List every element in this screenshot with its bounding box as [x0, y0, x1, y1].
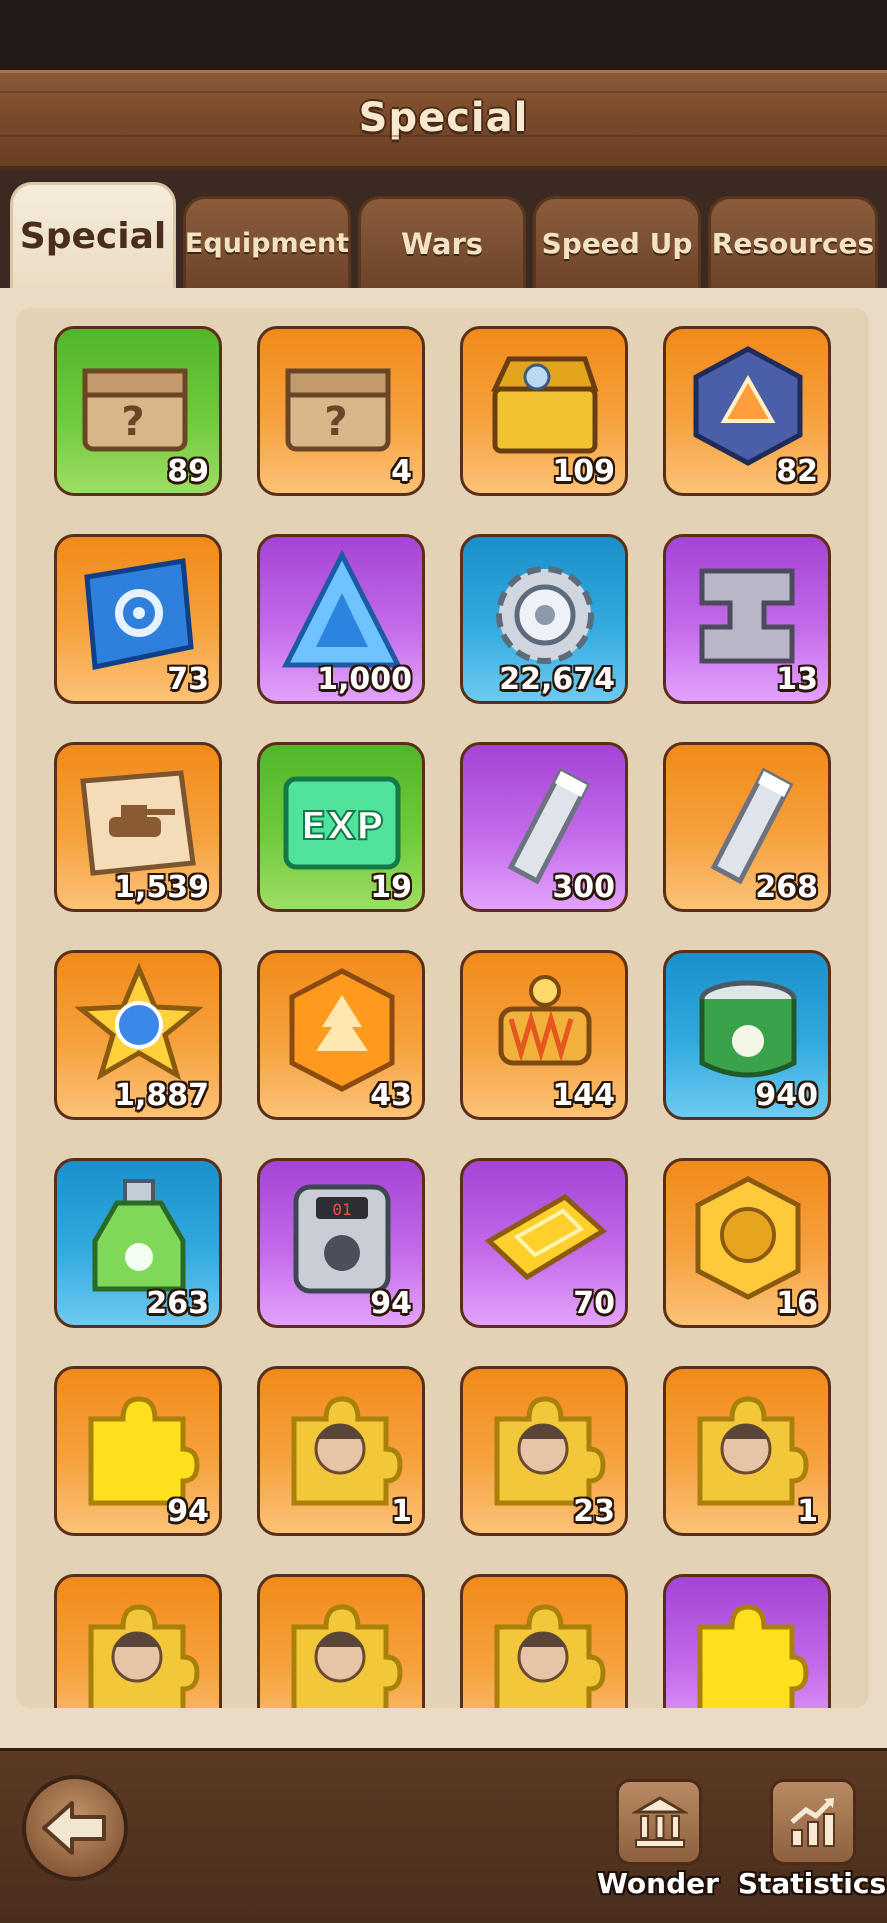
item-count: 1 [797, 1494, 818, 1529]
item-slot[interactable]: 1,000 [257, 534, 425, 704]
item-count: 13 [776, 662, 818, 697]
item-count: 4 [391, 454, 412, 489]
item-count: 19 [370, 870, 412, 905]
wonder-icon [632, 1796, 688, 1848]
item-count: 940 [755, 1078, 818, 1113]
item-slot[interactable]: 268 [663, 742, 831, 912]
back-arrow-icon [42, 1801, 106, 1855]
item-slot[interactable]: 23 [460, 1366, 628, 1536]
item-count: 109 [552, 454, 615, 489]
item-grid: ? 89? 4 109 82 73 1,000 22,674 13 1,539 EXP 19 300 26… [16, 308, 869, 1708]
item-slot[interactable]: 01 94 [257, 1158, 425, 1328]
item-count: 144 [552, 1078, 615, 1113]
statistics-button[interactable]: Statistics [738, 1779, 886, 1919]
item-slot[interactable]: 16 [663, 1158, 831, 1328]
item-count: 300 [552, 870, 615, 905]
title-bar: Special [0, 70, 887, 170]
item-slot[interactable]: 70 [460, 1158, 628, 1328]
item-count: 43 [370, 1078, 412, 1113]
tab-resources[interactable]: Resources [708, 196, 878, 288]
puzzle-icon [697, 1604, 809, 1708]
item-slot[interactable]: 263 [54, 1158, 222, 1328]
item-count: 94 [370, 1286, 412, 1321]
item-slot[interactable]: 109 [460, 326, 628, 496]
item-slot[interactable]: 1 [663, 1366, 831, 1536]
item-count: 16 [776, 1286, 818, 1321]
puzzle-portrait-icon [291, 1396, 403, 1506]
item-count: 70 [573, 1286, 615, 1321]
status-bar [0, 0, 887, 70]
puzzle-portrait-icon [697, 1396, 809, 1506]
item-count: 263 [146, 1286, 209, 1321]
item-slot[interactable]: 13 [663, 534, 831, 704]
item-slot[interactable]: 300 [460, 742, 628, 912]
content-frame: ? 89? 4 109 82 73 1,000 22,674 13 1,539 EXP 19 300 26… [0, 288, 887, 1748]
inventory-panel: ? 89? 4 109 82 73 1,000 22,674 13 1,539 EXP 19 300 26… [16, 308, 869, 1708]
item-count: 1,000 [317, 662, 412, 697]
puzzle-portrait-icon [494, 1604, 606, 1708]
item-slot[interactable]: EXP 19 [257, 742, 425, 912]
wonder-label: Wonder [597, 1867, 719, 1900]
item-count: 1 [391, 1494, 412, 1529]
puzzle-portrait-icon [291, 1604, 403, 1708]
item-slot[interactable] [460, 1574, 628, 1708]
svg-text:?: ? [121, 399, 144, 445]
item-slot[interactable]: 1,539 [54, 742, 222, 912]
item-slot[interactable] [663, 1574, 831, 1708]
tab-special[interactable]: Special [10, 182, 176, 288]
item-count: 82 [776, 454, 818, 489]
item-count: 268 [755, 870, 818, 905]
item-slot[interactable]: 94 [54, 1366, 222, 1536]
back-button[interactable] [22, 1775, 128, 1881]
item-slot[interactable]: 144 [460, 950, 628, 1120]
item-slot[interactable]: 1 [257, 1366, 425, 1536]
item-count: 22,674 [499, 662, 615, 697]
item-count: 89 [167, 454, 209, 489]
tab-equipment[interactable]: Equipment [183, 196, 351, 288]
item-slot[interactable]: 1,887 [54, 950, 222, 1120]
item-count: 1,887 [114, 1078, 209, 1113]
svg-text:01: 01 [332, 1200, 351, 1219]
svg-text:EXP: EXP [300, 804, 383, 848]
item-slot[interactable] [257, 1574, 425, 1708]
bottom-bar: Wonder Statistics [0, 1748, 887, 1923]
puzzle-portrait-icon [88, 1604, 200, 1708]
item-count: 23 [573, 1494, 615, 1529]
item-slot[interactable]: 73 [54, 534, 222, 704]
page-title: Special [358, 95, 529, 141]
item-count: 1,539 [114, 870, 209, 905]
tab-bar: Special Equipment Wars Speed Up Resource… [0, 170, 887, 288]
statistics-icon [790, 1798, 835, 1847]
crate-icon: ? [285, 368, 391, 452]
item-slot[interactable]: 940 [663, 950, 831, 1120]
statistics-label: Statistics [737, 1867, 887, 1900]
wonder-button[interactable]: Wonder [597, 1779, 719, 1919]
item-slot[interactable] [54, 1574, 222, 1708]
item-slot[interactable]: 43 [257, 950, 425, 1120]
tab-speed-up[interactable]: Speed Up [533, 196, 701, 288]
svg-text:?: ? [324, 399, 347, 445]
item-count: 94 [167, 1494, 209, 1529]
item-slot[interactable]: ? 4 [257, 326, 425, 496]
item-slot[interactable]: 22,674 [460, 534, 628, 704]
item-slot[interactable]: 82 [663, 326, 831, 496]
item-slot[interactable]: ? 89 [54, 326, 222, 496]
tab-wars[interactable]: Wars [358, 196, 526, 288]
item-count: 73 [167, 662, 209, 697]
